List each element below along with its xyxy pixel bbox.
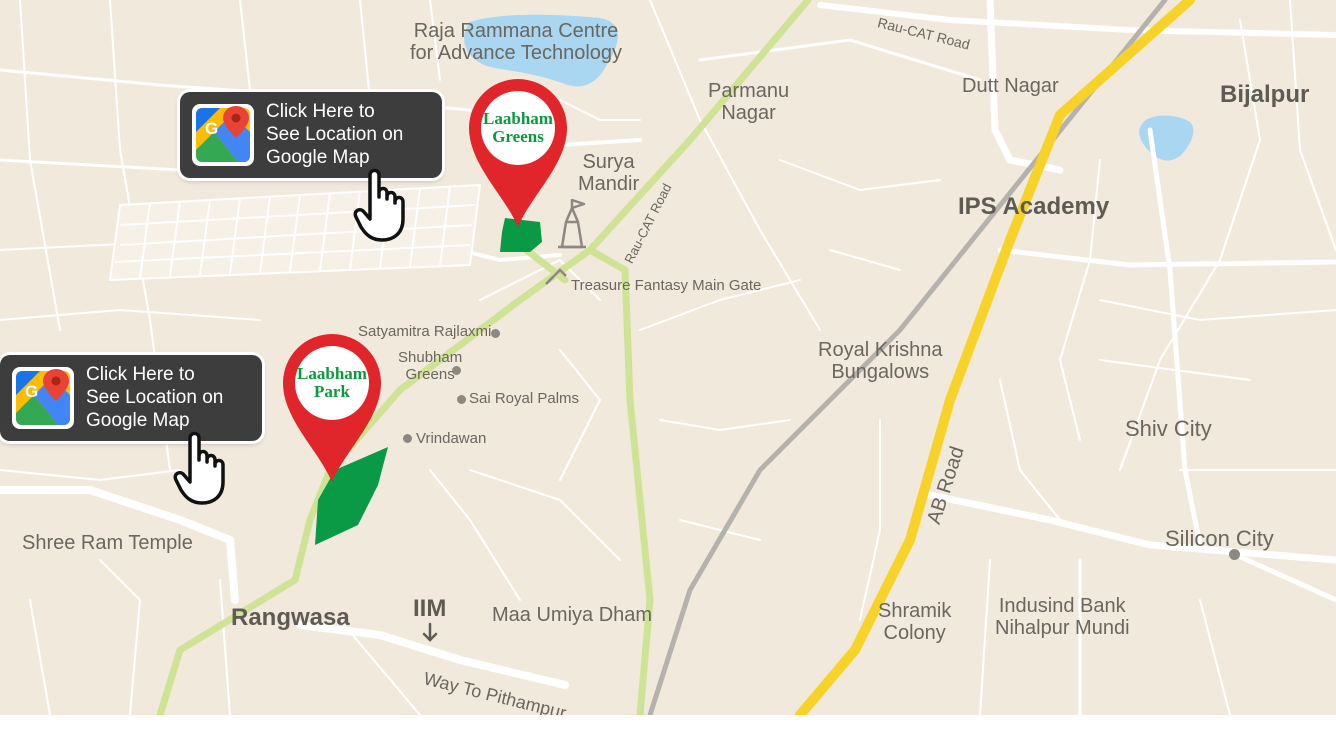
hand-pointer-icon <box>173 431 225 505</box>
pin-label-line: Laabham <box>483 109 553 128</box>
label-line: Bungalows <box>831 361 930 384</box>
label-line: Nagar <box>721 102 776 125</box>
label-treasure-fantasy: Treasure Fantasy Main Gate <box>571 277 762 294</box>
label-silicon-city: Silicon City <box>1165 526 1274 551</box>
button-text-line: See Location on <box>86 387 224 408</box>
map-pin-icon <box>469 79 567 227</box>
button-text-line: Click Here to <box>86 364 195 385</box>
poi-dot <box>452 366 461 375</box>
button-text-line: See Location on <box>266 124 404 145</box>
button-text-line: Click Here to <box>266 101 375 122</box>
pin-label: Laabham Park <box>281 365 383 401</box>
poi-dot <box>457 395 466 404</box>
label-vrindawan: Vrindawan <box>416 430 487 447</box>
poi-dot <box>491 329 500 338</box>
label-line: Mandir <box>578 173 640 196</box>
label-iim: IIM <box>413 595 447 622</box>
label-shree-ram-temple: Shree Ram Temple <box>22 532 193 554</box>
google-maps-icon: G <box>12 367 74 429</box>
location-map: Raja Rammana Centre for Advance Technolo… <box>0 0 1336 715</box>
button-text-line: Google Map <box>86 410 190 431</box>
laabham-greens-pin[interactable]: Laabham Greens <box>467 78 569 228</box>
google-map-button-greens[interactable]: G Click Here to See Location on Google M… <box>180 92 442 178</box>
pin-label-line: Laabham <box>297 364 367 383</box>
label-line: Surya <box>582 151 635 173</box>
label-line: Royal Krishna <box>818 339 943 361</box>
label-shramik-colony: Shramik Colony <box>878 600 951 645</box>
button-text-line: Google Map <box>266 147 370 168</box>
pin-label-line: Park <box>314 382 350 401</box>
label-line: Shubham <box>398 349 463 366</box>
laabham-park-pin[interactable]: Laabham Park <box>281 333 383 483</box>
label-line: Shramik <box>878 600 952 622</box>
svg-text:G: G <box>205 119 218 138</box>
google-maps-icon: G <box>192 104 254 166</box>
hand-pointer-icon <box>353 168 405 242</box>
label-bijalpur: Bijalpur <box>1220 81 1310 108</box>
label-ips-academy: IPS Academy <box>958 193 1110 220</box>
button-text: Click Here to See Location on Google Map <box>266 100 403 169</box>
label-royal-krishna: Royal Krishna Bungalows <box>818 339 943 384</box>
label-sai-royal-palms: Sai Royal Palms <box>469 390 580 407</box>
map-pin-icon <box>283 334 381 482</box>
label-rangwasa: Rangwasa <box>231 604 350 631</box>
label-line: for Advance Technology <box>410 42 623 65</box>
label-line: Nihalpur Mundi <box>995 617 1130 640</box>
label-parmanu-nagar: Parmanu Nagar <box>708 80 789 125</box>
label-line: Parmanu <box>708 80 790 102</box>
pin-label: Laabham Greens <box>467 110 569 146</box>
label-raja-rammana: Raja Rammana Centre for Advance Technolo… <box>410 20 622 65</box>
pin-label-line: Greens <box>492 127 544 146</box>
svg-text:G: G <box>25 382 38 401</box>
label-line: Colony <box>883 622 946 645</box>
label-shiv-city: Shiv City <box>1125 416 1212 441</box>
label-line: Indusind Bank <box>998 595 1126 617</box>
poi-dot <box>403 434 412 443</box>
label-dutt-nagar: Dutt Nagar <box>962 75 1059 97</box>
label-maa-umiya-dham: Maa Umiya Dham <box>492 604 653 626</box>
label-surya-mandir: Surya Mandir <box>578 151 639 196</box>
button-text: Click Here to See Location on Google Map <box>86 363 223 432</box>
label-line: Raja Rammana Centre <box>413 20 619 42</box>
poi-dot <box>1229 549 1240 560</box>
google-map-button-park[interactable]: G Click Here to See Location on Google M… <box>0 355 262 441</box>
label-indusind-bank: Indusind Bank Nihalpur Mundi <box>995 595 1130 640</box>
